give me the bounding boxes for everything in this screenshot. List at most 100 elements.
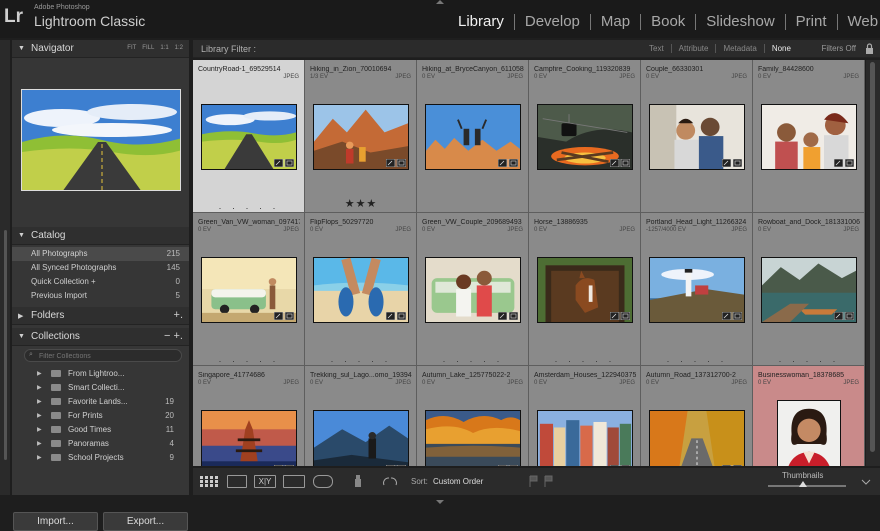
collection-set-icon: [51, 370, 61, 377]
photo-filename: Family_84428600: [758, 66, 814, 73]
navigator-header[interactable]: ▼ Navigator FIT FILL 1:1 1:2: [12, 40, 189, 58]
painter-icon[interactable]: [353, 475, 363, 488]
rating-dots[interactable]: · · · · ·: [529, 356, 640, 365]
expand-triangle-icon[interactable]: ▶: [37, 398, 42, 405]
catalog-item-all-photographs[interactable]: All Photographs 215: [12, 247, 189, 261]
collection-item[interactable]: ▶ Good Times 11: [12, 423, 189, 437]
grid-view-icon[interactable]: [199, 475, 219, 488]
catalog-item-quick-collection[interactable]: Quick Collection + 0: [12, 275, 189, 289]
toolbar-content-dropdown-icon[interactable]: [861, 475, 871, 488]
collection-item[interactable]: ▶ School Projects 9: [12, 451, 189, 465]
filters-off-dropdown[interactable]: Filters Off: [821, 44, 856, 53]
rotate-icon[interactable]: [381, 475, 399, 488]
navigator-preview[interactable]: [21, 89, 181, 191]
zoom-1-1[interactable]: 1:1: [160, 45, 168, 51]
photo-thumbnail[interactable]: [777, 400, 841, 466]
expand-triangle-icon[interactable]: ▶: [37, 440, 42, 447]
module-map[interactable]: Map: [589, 14, 640, 30]
zoom-fill[interactable]: FILL: [142, 45, 154, 51]
catalog-item-all-synced[interactable]: All Synced Photographs 145: [12, 261, 189, 275]
module-print[interactable]: Print: [784, 14, 837, 30]
collapse-triangle-icon[interactable]: ▼: [18, 45, 25, 52]
sort-order-dropdown[interactable]: Custom Order: [433, 477, 483, 486]
grid-scrollbar-thumb[interactable]: [870, 62, 875, 452]
catalog-item-previous-import[interactable]: Previous Import 5: [12, 289, 189, 303]
photo-thumbnail[interactable]: [537, 410, 633, 466]
catalog-header[interactable]: ▼ Catalog: [12, 227, 189, 245]
filter-text[interactable]: Text: [642, 44, 671, 53]
folders-header[interactable]: ▶ Folders +.: [12, 307, 189, 325]
thumbnails-slider-knob[interactable]: [799, 481, 808, 487]
photo-cell[interactable]: Autumn_Road_137312700-2 0 EV JPEG: [641, 366, 753, 466]
rating-dots[interactable]: · · · · ·: [193, 203, 304, 212]
photo-cell[interactable]: Hiking_in_Zion_70010694 1/3 EV JPEG ★★★: [305, 60, 417, 213]
expand-triangle-icon[interactable]: ▶: [37, 426, 42, 433]
import-button[interactable]: Import...: [13, 512, 98, 531]
photo-thumbnail[interactable]: [425, 410, 521, 466]
module-web[interactable]: Web: [836, 14, 880, 30]
photo-cell[interactable]: Amsterdam_Houses_122940375 0 EV JPEG: [529, 366, 641, 466]
people-view-icon[interactable]: [313, 475, 333, 488]
loupe-view-icon[interactable]: [227, 475, 247, 488]
photo-cell[interactable]: Rowboat_and_Dock_181331006 0 EV JPEG · · · …: [753, 213, 865, 366]
add-folder-button[interactable]: +.: [174, 309, 183, 321]
rating-dots[interactable]: · · · · ·: [417, 356, 528, 365]
zoom-fit[interactable]: FIT: [127, 45, 136, 51]
photo-cell[interactable]: CountryRoad-1_69529514 JPEG · · · · ·: [193, 60, 305, 213]
grid-scrollbar[interactable]: [866, 60, 880, 466]
rating-dots[interactable]: · · · · ·: [753, 356, 864, 365]
collection-item[interactable]: ▶ Smart Collecti...: [12, 381, 189, 395]
photo-cell[interactable]: Couple_66330301 0 EV JPEG: [641, 60, 753, 213]
collection-item[interactable]: ▶ From Lightroo...: [12, 367, 189, 381]
expand-triangle-icon[interactable]: ▶: [37, 412, 42, 419]
photo-cell[interactable]: Portland_Head_Light_11266324 -1257/4000 E…: [641, 213, 753, 366]
photo-cell[interactable]: Green_Van_VW_woman_09741797 0 EV JPEG · · ·…: [193, 213, 305, 366]
filter-attribute[interactable]: Attribute: [670, 44, 716, 53]
module-slideshow[interactable]: Slideshow: [695, 14, 784, 30]
photo-cell[interactable]: Campfire_Cooking_119320839 0 EV JPEG: [529, 60, 641, 213]
collapse-triangle-icon[interactable]: ▼: [18, 232, 25, 239]
module-library[interactable]: Library: [448, 14, 514, 30]
expand-triangle-icon[interactable]: ▶: [37, 370, 42, 377]
left-panel-scrollbar[interactable]: [4, 230, 7, 460]
collection-item[interactable]: ▶ Panoramas 4: [12, 437, 189, 451]
expand-triangle-icon[interactable]: ▶: [18, 312, 23, 320]
collapse-triangle-icon[interactable]: ▼: [18, 333, 25, 340]
photo-cell[interactable]: Autumn_Lake_125775022-2 0 EV JPEG: [417, 366, 529, 466]
compare-view-icon[interactable]: X|Y: [254, 475, 276, 488]
expand-triangle-icon[interactable]: ▶: [37, 384, 42, 391]
photo-cell[interactable]: Family_84428600 0 EV JPEG: [753, 60, 865, 213]
photo-thumbnail[interactable]: [649, 410, 745, 466]
collapse-filmstrip-icon[interactable]: [436, 500, 444, 504]
collections-header[interactable]: ▼ Collections − +.: [12, 328, 189, 346]
collection-item[interactable]: ▶ For Prints 20: [12, 409, 189, 423]
photo-cell[interactable]: Horse_13886935 0 EV JPEG · · · · ·: [529, 213, 641, 366]
collection-item[interactable]: ▶ Favorite Lands... 19: [12, 395, 189, 409]
photo-cell[interactable]: Businesswoman_18378685 0 EV JPEG: [753, 366, 865, 466]
filter-none[interactable]: None: [763, 44, 798, 53]
star-rating[interactable]: ★★★: [305, 197, 416, 210]
rating-dots[interactable]: · · · · ·: [193, 356, 304, 365]
flag-icon[interactable]: [528, 475, 538, 488]
filter-metadata[interactable]: Metadata: [715, 44, 763, 53]
collections-add-remove-buttons[interactable]: − +.: [164, 330, 183, 342]
zoom-1-2[interactable]: 1:2: [175, 45, 183, 51]
photo-cell[interactable]: Hiking_at_BryceCanyon_61105870 0 EV JPEG: [417, 60, 529, 213]
expand-triangle-icon[interactable]: ▶: [37, 454, 42, 461]
photo-cell[interactable]: Singapore_41774686 0 EV JPEG: [193, 366, 305, 466]
export-button[interactable]: Export...: [103, 512, 188, 531]
rating-dots[interactable]: · · · · ·: [641, 356, 752, 365]
rating-dots[interactable]: · · · · ·: [305, 356, 416, 365]
photo-thumbnail[interactable]: [201, 410, 297, 466]
lock-icon[interactable]: [865, 43, 874, 54]
flag-icon[interactable]: [543, 475, 553, 488]
module-develop[interactable]: Develop: [513, 14, 590, 30]
collections-filter-input[interactable]: [39, 351, 177, 361]
photo-cell[interactable]: FlipFlops_50297720 0 EV JPEG · · · · ·: [305, 213, 417, 366]
survey-view-icon[interactable]: [283, 475, 305, 488]
photo-cell[interactable]: Green_VW_Couple_209689493 0 EV JPEG · · · ·…: [417, 213, 529, 366]
collapse-top-panel-icon[interactable]: [436, 0, 444, 4]
module-book[interactable]: Book: [640, 14, 695, 30]
photo-cell[interactable]: Trekking_sul_Lago...omo_193948340 EV JPEG: [305, 366, 417, 466]
photo-thumbnail[interactable]: [313, 410, 409, 466]
